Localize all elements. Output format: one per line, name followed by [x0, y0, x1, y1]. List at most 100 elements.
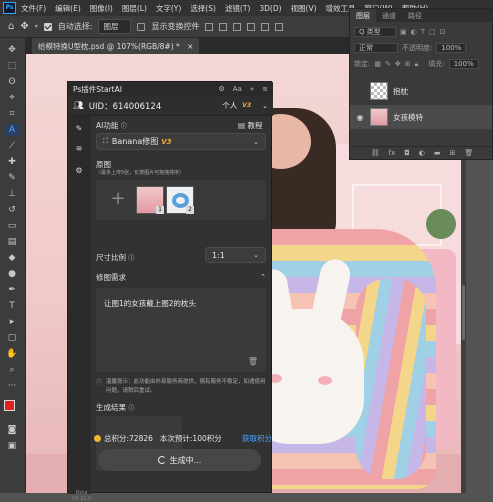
menu-select[interactable]: 选择(S) — [190, 3, 216, 14]
menu-file[interactable]: 文件(F) — [21, 3, 46, 14]
stamp-icon[interactable]: ⊥ — [5, 188, 19, 200]
align-center-icon[interactable] — [219, 22, 228, 31]
fx-icon[interactable]: fx — [389, 149, 396, 157]
lock-artboard-icon[interactable]: ⊞ — [405, 60, 411, 68]
close-tab-icon[interactable]: × — [187, 42, 193, 51]
healing-icon[interactable]: ✚ — [5, 156, 19, 168]
align-top-icon[interactable] — [247, 22, 256, 31]
expand-icon[interactable]: » — [250, 85, 254, 93]
tutorial-link[interactable]: ▤ 教程 — [238, 120, 262, 131]
opacity-input[interactable]: 100% — [436, 43, 467, 53]
source-image-1[interactable]: 1 — [136, 186, 164, 214]
show-transform-checkbox[interactable] — [137, 22, 146, 31]
filter-text-icon[interactable]: T — [421, 28, 425, 36]
quick-mask-icon[interactable]: ◙ — [5, 424, 19, 436]
eyedropper-icon[interactable]: ⟋ — [5, 140, 19, 152]
path-select-icon[interactable]: ▸ — [5, 316, 19, 328]
menu-view[interactable]: 视图(V) — [291, 3, 317, 14]
layer-filter-dropdown[interactable]: Q 类型 — [354, 27, 396, 37]
startai-icon[interactable]: A — [5, 124, 19, 136]
more-tools-icon[interactable]: ··· — [5, 380, 19, 392]
info-icon[interactable]: ⓘ — [128, 255, 134, 262]
gear-icon[interactable]: ⚙ — [74, 166, 84, 176]
new-layer-icon[interactable]: ⊞ — [450, 149, 456, 157]
adjustment-icon[interactable]: ◐ — [419, 149, 425, 157]
align-bottom-icon[interactable] — [275, 22, 284, 31]
eraser-icon[interactable]: ▭ — [5, 220, 19, 232]
tab-paths[interactable]: 路径 — [402, 9, 428, 22]
blur-icon[interactable]: ◆ — [5, 252, 19, 264]
blend-mode-dropdown[interactable]: 正常 — [354, 43, 398, 53]
document-tab[interactable]: 给模特换U型枕.psd @ 107%(RGB/8#) * × — [32, 38, 200, 54]
screen-mode-icon[interactable]: ▣ — [5, 440, 19, 452]
chevron-down-icon[interactable]: ▾ — [35, 23, 38, 30]
home-icon[interactable]: ⌂ — [8, 21, 14, 32]
add-image-button[interactable]: + — [104, 186, 132, 214]
generate-button[interactable]: 生成中... — [98, 449, 261, 471]
hand-icon[interactable]: ✋ — [5, 348, 19, 360]
marquee-icon[interactable]: ⬚ — [5, 60, 19, 72]
pen-icon[interactable]: ✒ — [5, 284, 19, 296]
tab-layers[interactable]: 图层 — [350, 9, 376, 22]
eye-icon[interactable]: ◉ — [355, 113, 365, 122]
layers-icon[interactable]: ≋ — [74, 144, 84, 154]
menu-icon[interactable]: ≡ — [262, 85, 268, 93]
get-points-link[interactable]: 获取积分 — [242, 433, 272, 444]
fill-input[interactable]: 100% — [448, 59, 479, 69]
source-image-2[interactable]: 2 — [166, 186, 194, 214]
info-icon[interactable]: ⓘ — [121, 123, 127, 130]
history-brush-icon[interactable]: ↺ — [5, 204, 19, 216]
brush-icon[interactable]: ✎ — [5, 172, 19, 184]
foreground-color-swatch[interactable] — [4, 400, 15, 411]
text-icon[interactable]: T — [5, 300, 19, 312]
font-icon[interactable]: Aa — [233, 85, 242, 93]
filter-smart-icon[interactable]: ⊡ — [440, 28, 446, 36]
image-upload-area[interactable]: + 1 2 — [96, 180, 266, 220]
menu-3d[interactable]: 3D(D) — [259, 4, 281, 13]
ratio-dropdown[interactable]: 1:1 ⌄ — [205, 247, 266, 263]
dodge-icon[interactable]: ● — [5, 268, 19, 280]
scrollbar-thumb[interactable] — [462, 285, 465, 340]
info-icon[interactable]: ⓘ — [128, 405, 134, 412]
filter-adjust-icon[interactable]: ◐ — [411, 28, 417, 36]
filter-shape-icon[interactable]: ▢ — [429, 28, 436, 36]
link-icon[interactable]: ⛓ — [371, 149, 380, 157]
requirement-header[interactable]: 修图需求 ⌃ — [96, 270, 266, 284]
layer-select-dropdown[interactable]: 图层 — [98, 19, 132, 34]
move-tool-icon[interactable]: ✥ — [20, 21, 28, 32]
requirement-textarea[interactable]: 让图1的女孩戴上图2的枕头 🗑︎ — [96, 288, 266, 372]
mask-icon[interactable]: ◘ — [404, 149, 410, 157]
quick-select-icon[interactable]: ⌖ — [5, 92, 19, 104]
chevron-up-icon[interactable]: ⌃ — [260, 273, 266, 281]
align-right-icon[interactable] — [233, 22, 242, 31]
chevron-down-icon[interactable]: ⌄ — [262, 102, 268, 110]
menu-filter[interactable]: 滤镜(T) — [225, 3, 250, 14]
edit-icon[interactable]: ✎ — [74, 124, 84, 134]
menu-layer[interactable]: 图层(L) — [122, 3, 147, 14]
trash-icon[interactable]: 🗑︎ — [248, 357, 258, 366]
zoom-icon[interactable]: ⌕ — [5, 364, 19, 376]
move-icon[interactable]: ✥ — [5, 44, 19, 56]
crop-icon[interactable]: ⌗ — [5, 108, 19, 120]
align-middle-icon[interactable] — [261, 22, 270, 31]
lock-move-icon[interactable]: ✥ — [395, 60, 401, 68]
trash-icon[interactable]: 🗑︎ — [464, 149, 473, 157]
lock-pixels-icon[interactable]: ▦ — [374, 60, 381, 68]
settings-icon[interactable]: ⚙ — [218, 85, 224, 93]
align-left-icon[interactable] — [205, 22, 214, 31]
lock-paint-icon[interactable]: ✎ — [385, 60, 391, 68]
lasso-icon[interactable]: ʘ — [5, 76, 19, 88]
filter-pixel-icon[interactable]: ▣ — [400, 28, 407, 36]
menu-edit[interactable]: 编辑(E) — [55, 3, 81, 14]
rectangle-icon[interactable]: ▢ — [5, 332, 19, 344]
folder-icon[interactable]: ▬ — [434, 149, 441, 157]
layer-row[interactable]: ◉ 女孩模特 — [350, 105, 492, 129]
lock-all-icon[interactable]: 🔒︎ — [415, 60, 419, 69]
model-dropdown[interactable]: ⛶ Banana修图 V3 ⌄ — [96, 133, 266, 150]
menu-type[interactable]: 文字(Y) — [156, 3, 181, 14]
menu-image[interactable]: 图像(I) — [90, 3, 113, 14]
gradient-icon[interactable]: ▤ — [5, 236, 19, 248]
auto-select-checkbox[interactable] — [43, 22, 52, 31]
layer-row[interactable]: 抱枕 — [350, 79, 492, 103]
tab-channels[interactable]: 通道 — [376, 9, 402, 22]
